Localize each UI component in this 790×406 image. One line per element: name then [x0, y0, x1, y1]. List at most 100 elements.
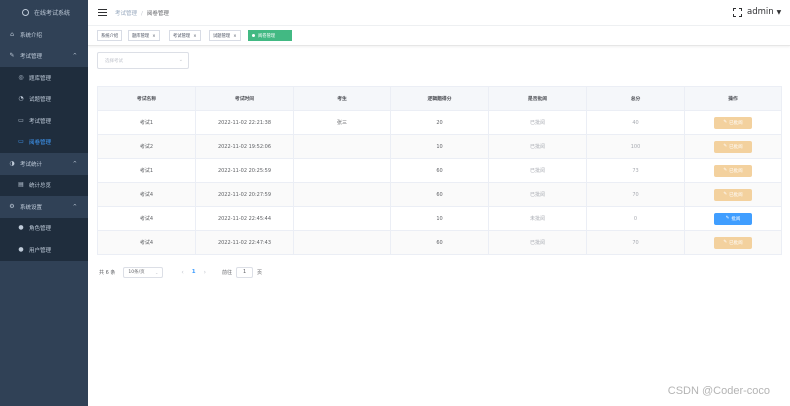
caret-down-icon: ▼ [776, 9, 782, 16]
tag-label: 试题管理 [213, 33, 231, 39]
home-icon: ⌂ [10, 30, 14, 38]
sidebar-item-role[interactable]: ● 角色管理 [0, 217, 88, 239]
exam-select-placeholder: 选择考试 [105, 59, 123, 64]
next-page-button[interactable]: › [204, 269, 206, 276]
cell-exam-name: 考试1 [97, 110, 196, 135]
tag-question-manage[interactable]: 试题管理 × [209, 30, 241, 41]
cell-student: 张三 [293, 110, 391, 135]
cell-total-score: 70 [586, 230, 685, 255]
pagination: 共 6 条 10条/页 ⌄ ‹ 1 › 前往 1 页 [99, 266, 262, 278]
tags-view: 系统介绍 题库管理 × 考试管理 × 试题管理 × 阅卷管理 [88, 26, 790, 46]
marked-button[interactable]: ✎ 已批阅 [714, 188, 752, 201]
cell-logic-score: 10 [390, 206, 489, 231]
edit-icon: ✎ [723, 144, 728, 149]
sidebar-item-question[interactable]: ◔ 试题管理 [0, 88, 88, 110]
cell-actions: ✎ 已批阅 [684, 110, 782, 135]
page-size-select[interactable]: 10条/页 ⌄ [123, 266, 164, 278]
button-label: 批阅 [731, 216, 741, 222]
close-icon[interactable]: × [233, 33, 236, 38]
sidebar-item-user[interactable]: ● 用户管理 [0, 239, 88, 261]
exam-manage-icon: ▭ [18, 116, 24, 124]
breadcrumb-item-exam[interactable]: 考试管理 [115, 11, 137, 17]
edit-icon: ✎ [723, 120, 728, 125]
cell-student [293, 206, 391, 231]
cell-total-score: 70 [586, 182, 685, 207]
cell-exam-time: 2022-11-02 22:21:38 [195, 110, 294, 135]
app-title: 在线考试系统 [34, 9, 71, 17]
exam-select[interactable]: 选择考试 ⌄ [97, 52, 189, 69]
breadcrumb-separator: / [141, 11, 143, 17]
sidebar-item-home[interactable]: ⌂ 系统介绍 [0, 24, 88, 46]
sidebar-menu: ⌂ 系统介绍 ✎ 考试管理 ^ ◎ 题库管理 ◔ 试题管理 ▭ 考试管理 ▭ 阅卷管理 ◑ 考试统计 ^ ▤ 统计… [0, 24, 88, 261]
sidebar-item-overview[interactable]: ▤ 统计总览 [0, 174, 88, 196]
sidebar-item-label: 试题管理 [29, 97, 52, 104]
cell-is-marked: 已批阅 [488, 158, 587, 183]
button-label: 已批阅 [729, 192, 743, 198]
cell-student [293, 134, 391, 159]
marked-button[interactable]: ✎ 已批阅 [714, 236, 752, 249]
marked-button[interactable]: ✎ 已批阅 [714, 116, 752, 129]
col-header-exam-name: 考试名称 [97, 86, 196, 111]
cell-actions: ✎ 已批阅 [684, 158, 782, 183]
cell-total-score: 73 [586, 158, 685, 183]
sidebar-item-question-bank[interactable]: ◎ 题库管理 [0, 67, 88, 89]
sidebar-item-exam-manage[interactable]: ▭ 考试管理 [0, 110, 88, 132]
button-label: 已批阅 [729, 144, 743, 150]
tag-system-intro[interactable]: 系统介绍 [97, 30, 123, 41]
page-size-value: 10条/页 [128, 270, 145, 275]
cell-student [293, 158, 391, 183]
mark-button[interactable]: ✎ 批阅 [714, 212, 752, 225]
cell-exam-time: 2022-11-02 22:45:44 [195, 206, 294, 231]
sidebar-item-label: 题库管理 [29, 75, 52, 82]
hamburger-icon[interactable] [98, 9, 107, 17]
goto-label: 前往 [222, 269, 233, 276]
tag-label: 系统介绍 [101, 33, 119, 39]
marked-button[interactable]: ✎ 已批阅 [714, 164, 752, 177]
breadcrumb: 考试管理 / 阅卷管理 [115, 9, 169, 17]
stats-icon: ◑ [9, 159, 15, 167]
tag-label: 阅卷管理 [258, 33, 276, 39]
edit-icon: ✎ [723, 168, 728, 173]
prev-page-button[interactable]: ‹ [181, 269, 183, 276]
tag-marking-manage[interactable]: 阅卷管理 [248, 30, 292, 41]
username: admin [747, 7, 774, 17]
col-header-total-score: 总分 [586, 86, 685, 111]
cell-logic-score: 60 [390, 158, 489, 183]
page-number-1[interactable]: 1 [192, 269, 196, 275]
marking-table: 考试名称 考试时间 考生 逻辑题得分 是否批阅 总分 操作 考试1 2022-11… [97, 86, 782, 255]
table-header-row: 考试名称 考试时间 考生 逻辑题得分 是否批阅 总分 操作 [97, 86, 782, 111]
close-icon[interactable]: × [152, 33, 155, 38]
sidebar-item-label: 考试管理 [20, 54, 43, 61]
active-dot-icon [252, 34, 255, 37]
exam-icon: ✎ [9, 52, 15, 60]
marked-button[interactable]: ✎ 已批阅 [714, 140, 752, 153]
cell-is-marked: 已批阅 [488, 110, 587, 135]
app-logo[interactable]: 在线考试系统 [0, 0, 88, 24]
sidebar: 在线考试系统 ⌂ 系统介绍 ✎ 考试管理 ^ ◎ 题库管理 ◔ 试题管理 ▭ 考试管理 ▭ 阅卷管理 ◑ 考… [0, 0, 88, 406]
close-icon[interactable]: × [193, 33, 196, 38]
tag-question-bank[interactable]: 题库管理 × [128, 30, 160, 41]
tag-label: 题库管理 [132, 33, 150, 39]
breadcrumb-item-current: 阅卷管理 [146, 11, 169, 17]
fullscreen-icon[interactable] [733, 8, 742, 17]
table-row: 考试1 2022-11-02 20:25:59 60 已批阅 73 ✎ 已批阅 [97, 158, 782, 183]
sidebar-item-stats[interactable]: ◑ 考试统计 ^ [0, 153, 88, 175]
col-header-exam-time: 考试时间 [195, 86, 294, 111]
settings-icon: ⚙ [9, 202, 15, 210]
sidebar-item-marking[interactable]: ▭ 阅卷管理 [0, 131, 88, 153]
sidebar-item-settings[interactable]: ⚙ 系统设置 ^ [0, 196, 88, 218]
cell-actions: ✎ 批阅 [684, 206, 782, 231]
marking-icon: ▭ [18, 138, 24, 146]
chevron-up-icon: ^ [72, 53, 77, 60]
tag-exam-manage[interactable]: 考试管理 × [169, 30, 201, 41]
col-header-is-marked: 是否批阅 [488, 86, 587, 111]
sidebar-item-label: 统计总览 [29, 183, 52, 190]
edit-icon: ✎ [723, 240, 728, 245]
cell-is-marked: 已批阅 [488, 230, 587, 255]
sidebar-item-exam[interactable]: ✎ 考试管理 ^ [0, 46, 88, 68]
button-label: 已批阅 [729, 168, 743, 174]
user-menu[interactable]: admin ▼ [747, 7, 781, 17]
cell-actions: ✎ 已批阅 [684, 182, 782, 207]
cell-exam-name: 考试4 [97, 206, 196, 231]
goto-page-input[interactable]: 1 [236, 266, 254, 278]
